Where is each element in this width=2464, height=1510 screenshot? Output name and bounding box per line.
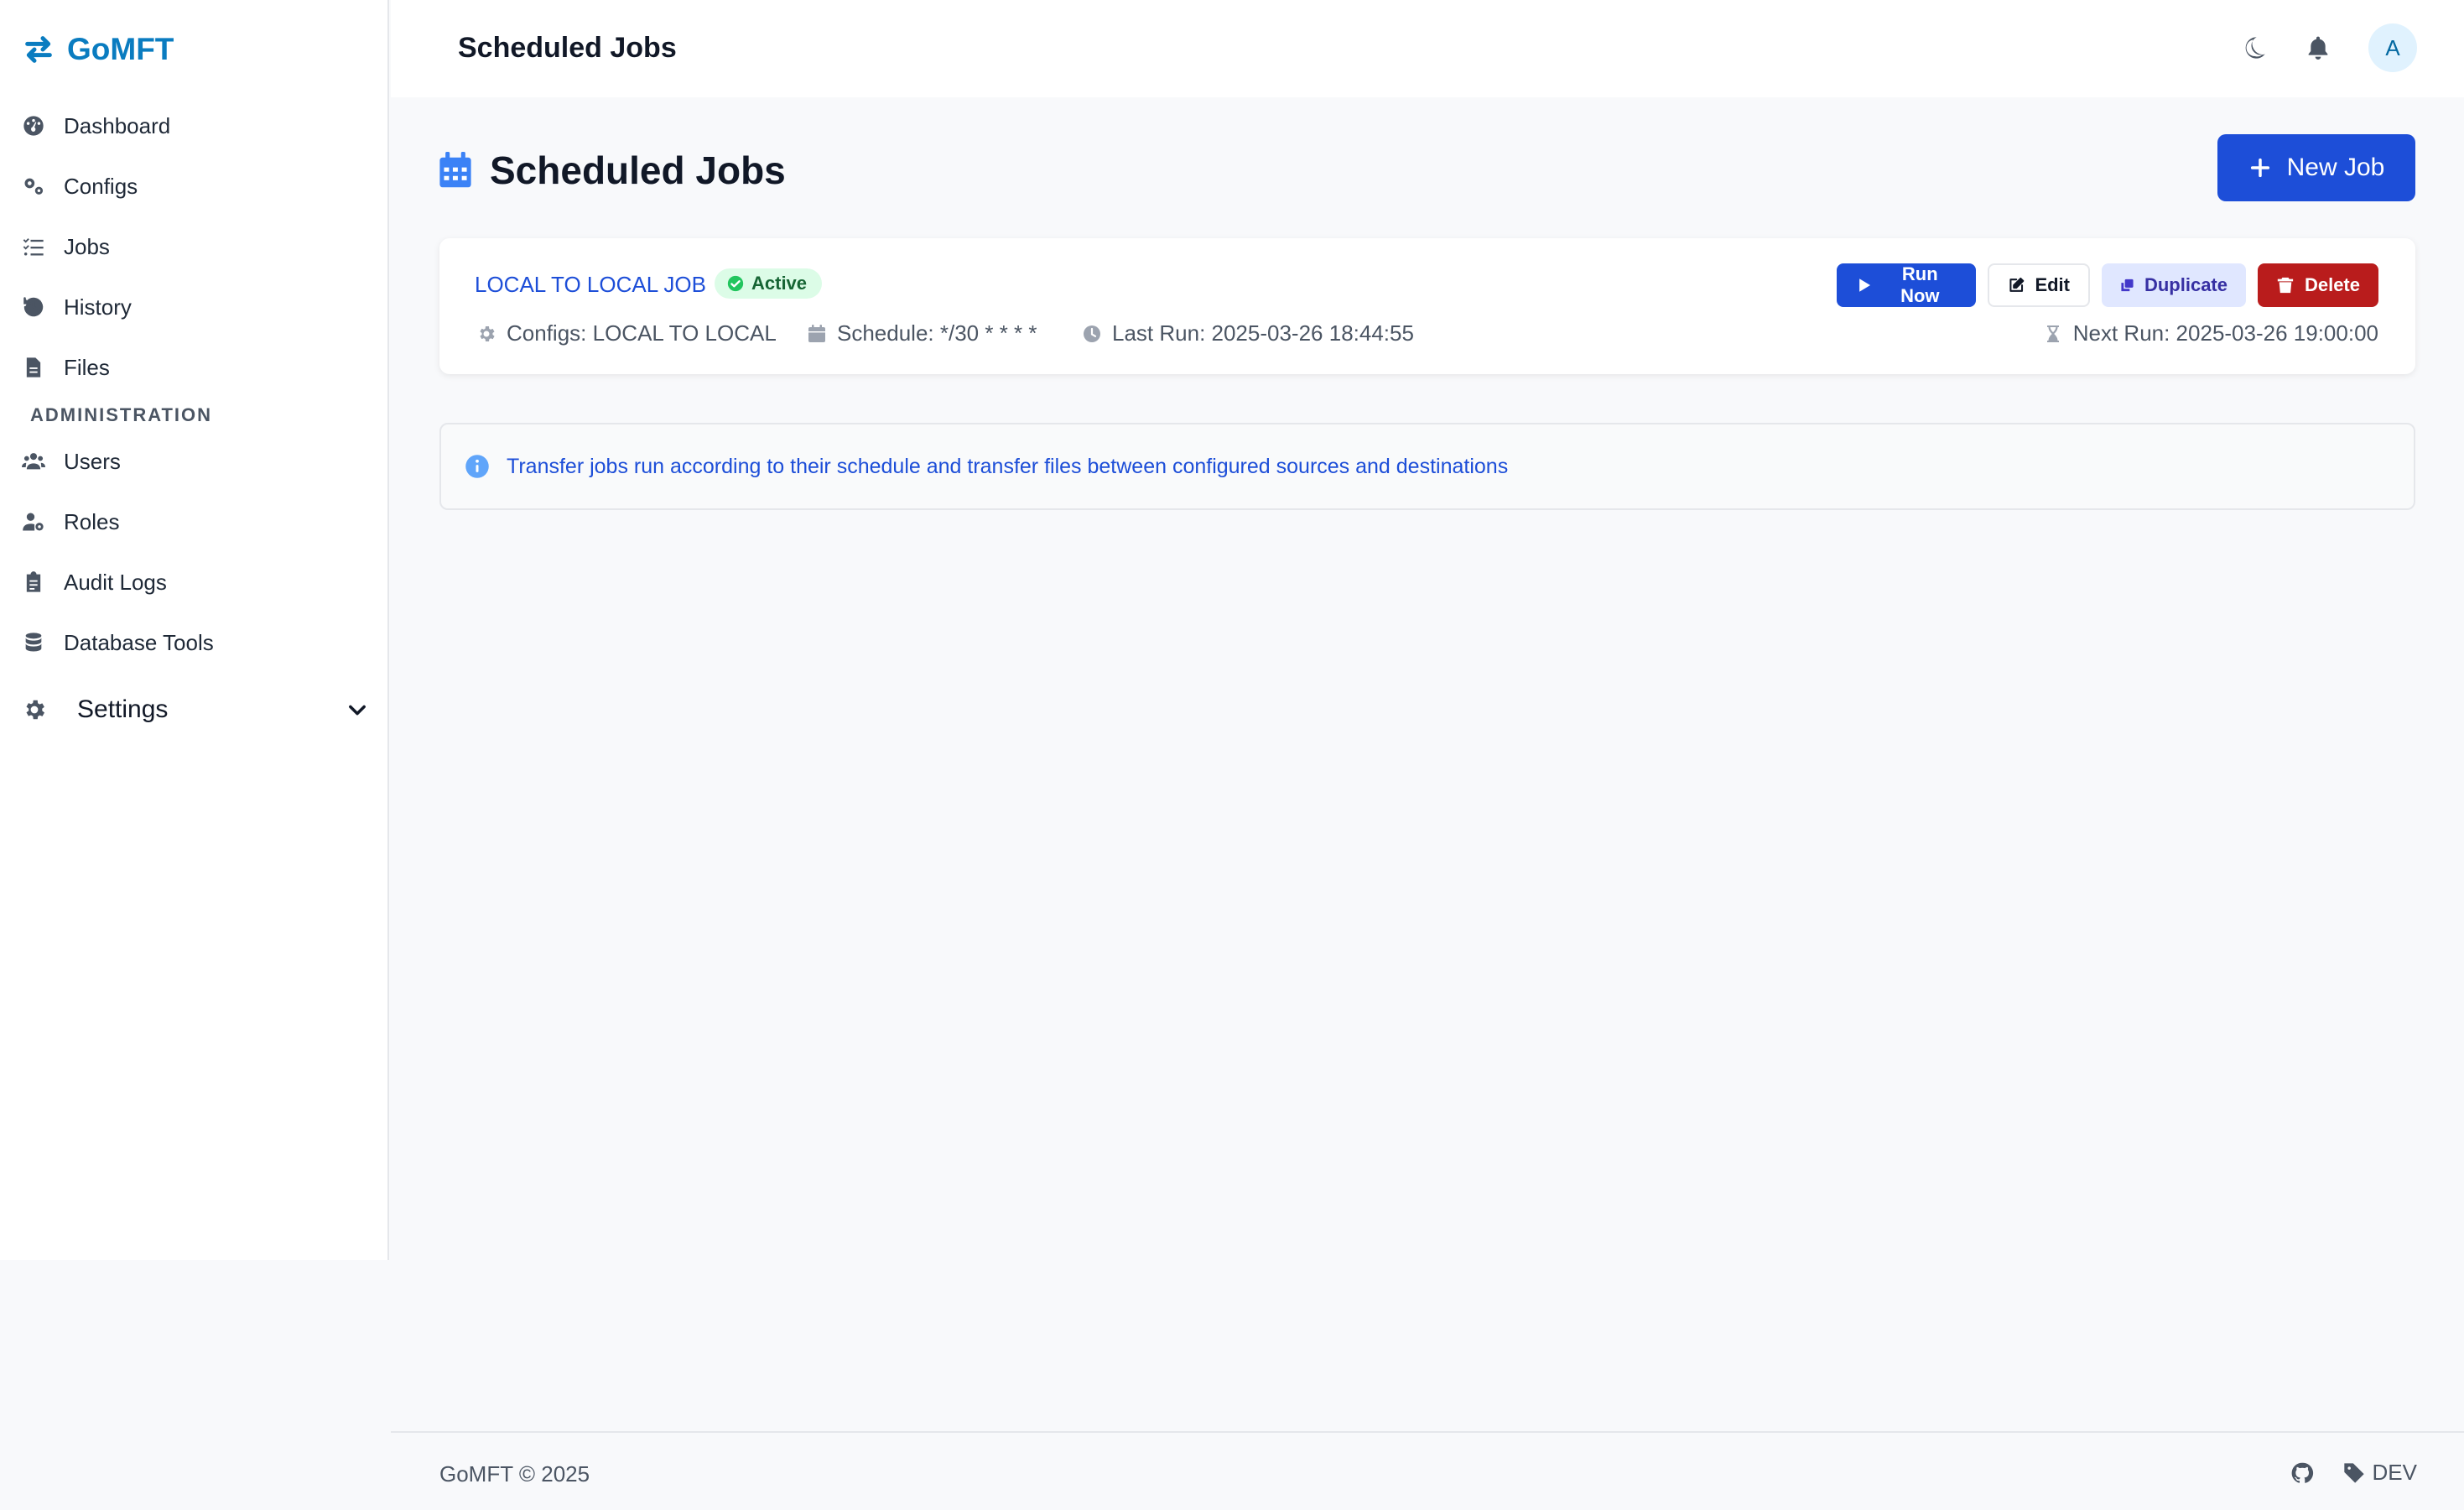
job-next-run: Next Run: 2025-03-26 19:00:00 <box>2043 320 2378 346</box>
sidebar-item-configs[interactable]: Configs <box>22 169 138 203</box>
sidebar-item-settings[interactable]: Settings <box>22 691 369 728</box>
footer-right: DEV <box>2290 1460 2417 1486</box>
copy-icon <box>2121 279 2134 292</box>
bell-icon[interactable] <box>2305 34 2331 61</box>
sidebar-item-jobs[interactable]: Jobs <box>22 230 110 263</box>
dashboard-icon <box>23 116 44 136</box>
sidebar-item-label: Jobs <box>64 233 110 259</box>
gear-icon <box>480 325 495 341</box>
edit-icon <box>2009 277 2025 292</box>
cogs-icon <box>24 178 44 195</box>
sidebar-item-label: Dashboard <box>64 112 171 138</box>
info-message: Transfer jobs run according to their sch… <box>507 454 1509 478</box>
new-job-label: New Job <box>2286 154 2385 181</box>
footer: GoMFT © 2025 DEV <box>391 1431 2464 1510</box>
delete-button[interactable]: Delete <box>2258 263 2378 307</box>
env-label: DEV <box>2372 1460 2417 1485</box>
last-run-text: Last Run: 2025-03-26 18:44:55 <box>1112 320 1414 346</box>
sidebar-item-users[interactable]: Users <box>22 445 121 478</box>
job-actions: Run Now Edit Duplicate Delete <box>1837 263 2378 307</box>
duplicate-button[interactable]: Duplicate <box>2102 263 2246 307</box>
job-last-run: Last Run: 2025-03-26 18:44:55 <box>1082 320 1414 346</box>
sidebar-item-label: Users <box>64 448 121 474</box>
tasks-icon <box>23 238 44 256</box>
sidebar-item-label: Roles <box>64 508 120 534</box>
clock-icon <box>1084 325 1100 342</box>
info-alert: Transfer jobs run according to their sch… <box>439 423 2415 510</box>
edit-label: Edit <box>2035 274 2070 295</box>
run-now-label: Run Now <box>1900 263 1940 306</box>
sidebar-item-label: History <box>64 294 132 320</box>
plus-icon <box>2250 158 2269 178</box>
env-tag: DEV <box>2342 1460 2417 1486</box>
users-icon <box>22 453 45 470</box>
sidebar-item-database-tools[interactable]: Database Tools <box>22 626 214 659</box>
info-icon <box>465 455 489 478</box>
sidebar-item-history[interactable]: History <box>22 290 132 324</box>
sidebar-item-label: Audit Logs <box>64 569 167 595</box>
configs-text: Configs: LOCAL TO LOCAL <box>507 320 777 346</box>
brand-logo[interactable]: GoMFT <box>22 32 174 67</box>
brand-name: GoMFT <box>67 32 174 66</box>
clipboard-icon <box>26 571 41 592</box>
job-schedule: Schedule: */30 * * * * <box>807 320 1037 346</box>
job-configs: Configs: LOCAL TO LOCAL <box>476 320 777 346</box>
sidebar-item-dashboard[interactable]: Dashboard <box>22 109 170 143</box>
footer-copyright: GoMFT © 2025 <box>439 1461 590 1487</box>
sidebar-item-audit-logs[interactable]: Audit Logs <box>22 565 167 599</box>
file-icon <box>26 357 41 378</box>
database-icon <box>25 633 42 652</box>
chevron-down-icon[interactable] <box>346 698 369 721</box>
page-title: Scheduled Jobs <box>490 148 786 192</box>
sidebar-item-label: Files <box>64 354 110 380</box>
new-job-button[interactable]: New Job <box>2217 134 2415 201</box>
gear-icon <box>26 700 44 720</box>
run-now-button[interactable]: Run Now <box>1837 263 1976 307</box>
sidebar-item-label: Database Tools <box>64 629 214 655</box>
sidebar-item-roles[interactable]: Roles <box>22 505 119 539</box>
check-circle-icon <box>727 275 744 292</box>
moon-icon[interactable] <box>2241 34 2268 61</box>
section-label-administration: ADMINISTRATION <box>30 404 213 425</box>
github-icon[interactable] <box>2290 1461 2314 1485</box>
sidebar-item-label: Configs <box>64 173 138 199</box>
job-name-link[interactable]: LOCAL TO LOCAL JOB <box>475 272 706 298</box>
topbar: Scheduled Jobs A <box>391 0 2464 97</box>
schedule-text: Schedule: */30 * * * * <box>837 320 1037 346</box>
next-run-text: Next Run: 2025-03-26 19:00:00 <box>2072 320 2378 346</box>
calendar-icon <box>439 152 471 188</box>
calendar-icon <box>808 324 825 342</box>
topbar-actions: A <box>2241 23 2417 72</box>
user-cog-icon <box>23 513 44 531</box>
tag-icon <box>2343 1462 2364 1483</box>
topbar-title: Scheduled Jobs <box>458 32 677 64</box>
play-icon <box>1859 279 1871 292</box>
exchange-icon <box>25 36 52 63</box>
hourglass-icon <box>2046 325 2059 342</box>
trash-icon <box>2277 277 2294 294</box>
history-icon <box>23 297 44 317</box>
page-heading: Scheduled Jobs <box>438 148 786 193</box>
avatar[interactable]: A <box>2368 23 2417 72</box>
delete-label: Delete <box>2304 274 2360 295</box>
job-card: LOCAL TO LOCAL JOB Active Configs: LOCAL… <box>439 238 2415 374</box>
status-badge: Active <box>715 268 823 299</box>
sidebar-item-files[interactable]: Files <box>22 351 110 384</box>
sidebar: GoMFT Dashboard Configs Jobs History Fil… <box>0 0 389 1260</box>
duplicate-label: Duplicate <box>2144 274 2227 295</box>
status-label: Active <box>751 273 808 294</box>
settings-label: Settings <box>77 695 169 723</box>
edit-button[interactable]: Edit <box>1988 263 2090 307</box>
